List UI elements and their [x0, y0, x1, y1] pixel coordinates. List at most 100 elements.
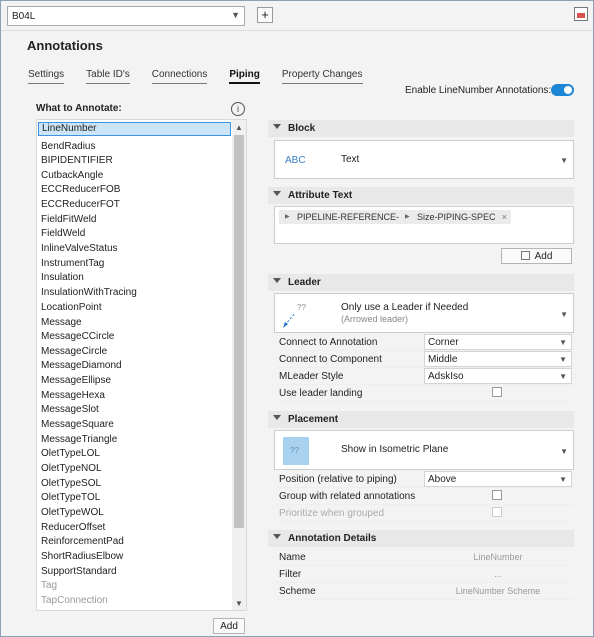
property-label: Scheme	[279, 586, 316, 597]
collapse-triangle-icon	[273, 278, 281, 283]
list-item[interactable]: Insulation	[41, 272, 84, 286]
property-label: Filter	[279, 569, 302, 580]
list-item[interactable]: BIPIDENTIFIER	[41, 155, 113, 169]
placement-choice-title: Show in Isometric Plane	[341, 444, 449, 455]
list-item[interactable]: FieldFitWeld	[41, 214, 96, 228]
leader-choice-title: Only use a Leader if Needed	[341, 302, 469, 313]
tab-table-ids[interactable]: Table ID's	[86, 69, 130, 84]
list-item[interactable]: OletTypeLOL	[41, 448, 100, 462]
list-item[interactable]: Message	[41, 317, 82, 331]
close-icon[interactable]: ×	[502, 212, 507, 222]
list-item[interactable]: InlineValveStatus	[41, 243, 118, 257]
list-item[interactable]: LineNumber	[38, 122, 231, 136]
attribute-token[interactable]: ▶ Size-PIPING-SPEC ×	[399, 210, 511, 224]
property-row: Filter ...	[276, 566, 574, 583]
leader-properties: Connect to Annotation Corner ▼ Connect t…	[276, 334, 574, 402]
property-row: Name LineNumber	[276, 549, 574, 566]
info-icon[interactable]: i	[231, 102, 245, 116]
list-item[interactable]: MessageDiamond	[41, 360, 122, 374]
list-item[interactable]: InstrumentTag	[41, 258, 104, 272]
add-attribute-label: Add	[534, 251, 553, 262]
tab-settings[interactable]: Settings	[28, 69, 65, 84]
property-row: Use leader landing	[276, 385, 574, 402]
token-arrow-icon: ▶	[405, 214, 410, 220]
group-related-checkbox[interactable]	[492, 490, 502, 500]
collapse-triangle-icon	[273, 191, 281, 196]
section-label: Placement	[288, 414, 339, 425]
chevron-up-icon[interactable]: ▲	[235, 123, 243, 132]
placement-selector[interactable]: ?? Show in Isometric Plane ▼	[274, 430, 574, 470]
use-leader-landing-checkbox[interactable]	[492, 387, 502, 397]
annotation-details-section-header[interactable]: Annotation Details	[268, 530, 574, 547]
add-annotate-button[interactable]: Add	[213, 618, 245, 634]
list-scrollbar[interactable]: ▲ ▼	[232, 120, 246, 610]
connect-to-component-select[interactable]: Middle ▼	[424, 351, 572, 367]
enable-linenumber-toggle[interactable]	[551, 84, 574, 96]
tab-piping[interactable]: Piping	[229, 69, 260, 84]
token-label: PIPELINE-REFERENCE-	[297, 212, 400, 222]
property-value: LineNumber	[473, 552, 523, 562]
list-item[interactable]: ReducerOffset	[41, 522, 105, 536]
section-label: Attribute Text	[288, 190, 353, 201]
divider	[1, 30, 593, 31]
drawing-combo[interactable]: B04L ▼	[7, 6, 245, 26]
block-section-header[interactable]: Block	[268, 120, 574, 137]
list-item[interactable]: ECCReducerFOB	[41, 184, 120, 198]
list-item[interactable]: ShortRadiusElbow	[41, 551, 123, 565]
list-item[interactable]: FieldWeld	[41, 228, 85, 242]
list-item[interactable]: OletTypeTOL	[41, 492, 100, 506]
list-item[interactable]: MessageSlot	[41, 404, 99, 418]
palette-settings-icon[interactable]	[574, 7, 588, 21]
property-label: Connect to Component	[279, 354, 382, 365]
list-item[interactable]: BendRadius	[41, 141, 95, 155]
property-row: Prioritize when grouped	[276, 505, 574, 522]
placement-section-header[interactable]: Placement	[268, 411, 574, 428]
list-item[interactable]: SupportStandard	[41, 566, 117, 580]
leader-choice-subtitle: (Arrowed leader)	[341, 314, 409, 324]
enable-linenumber-label: Enable LineNumber Annotations:	[405, 85, 552, 96]
leader-section-header[interactable]: Leader	[268, 274, 574, 291]
list-item[interactable]: CutbackAngle	[41, 170, 103, 184]
select-value: Above	[428, 474, 457, 485]
list-item[interactable]: Tag	[41, 580, 57, 594]
attribute-text-editor[interactable]: ▶ PIPELINE-REFERENCE- ▶ Size-PIPING-SPEC…	[274, 206, 574, 244]
list-item[interactable]: MessageTriangle	[41, 434, 117, 448]
add-drawing-button[interactable]: +	[257, 7, 273, 23]
list-item[interactable]: ReinforcementPad	[41, 536, 124, 550]
chevron-down-icon: ▼	[560, 310, 568, 319]
tab-property-changes[interactable]: Property Changes	[281, 69, 363, 84]
list-item[interactable]: MessageEllipse	[41, 375, 111, 389]
chevron-down-icon: ▼	[560, 156, 568, 165]
list-item[interactable]: TapConnection	[41, 595, 108, 609]
leader-selector[interactable]: ?? Only use a Leader if Needed (Arrowed …	[274, 293, 574, 333]
attribute-token[interactable]: ▶ PIPELINE-REFERENCE-	[279, 210, 399, 224]
chevron-down-icon: ▼	[231, 10, 240, 20]
chevron-down-icon: ▼	[559, 355, 567, 364]
mleader-style-select[interactable]: AdskIso ▼	[424, 368, 572, 384]
list-item[interactable]: OletTypeWOL	[41, 507, 104, 521]
chevron-down-icon[interactable]: ▼	[235, 599, 243, 608]
property-label: Group with related annotations	[279, 491, 416, 502]
list-item[interactable]: OletTypeNOL	[41, 463, 102, 477]
tab-connections[interactable]: Connections	[151, 69, 208, 84]
annotate-listbox[interactable]: LineNumber BendRadius BIPIDENTIFIER Cutb…	[36, 119, 247, 611]
use-leader-landing-cell	[424, 385, 572, 401]
connect-to-annotation-select[interactable]: Corner ▼	[424, 334, 572, 350]
list-item[interactable]: InsulationWithTracing	[41, 287, 137, 301]
list-item[interactable]: MessageCCircle	[41, 331, 114, 345]
placement-properties: Position (relative to piping) Above ▼ Gr…	[276, 471, 574, 522]
drawing-combo-value: B04L	[12, 11, 36, 22]
list-item[interactable]: MessageSquare	[41, 419, 114, 433]
list-item[interactable]: MessageCircle	[41, 346, 107, 360]
list-item[interactable]: LocationPoint	[41, 302, 102, 316]
attribute-text-section-header[interactable]: Attribute Text	[268, 187, 574, 204]
position-select[interactable]: Above ▼	[424, 471, 572, 487]
scrollbar-thumb[interactable]	[234, 135, 244, 528]
property-value[interactable]: ...	[424, 566, 572, 582]
list-item[interactable]: MessageHexa	[41, 390, 105, 404]
list-item[interactable]: OletTypeSOL	[41, 478, 101, 492]
tab-strip: Settings Table ID's Connections Piping P…	[28, 69, 385, 84]
list-item[interactable]: ECCReducerFOT	[41, 199, 120, 213]
add-attribute-button[interactable]: Add	[501, 248, 572, 264]
block-selector[interactable]: ABC Text ▼	[274, 140, 574, 179]
